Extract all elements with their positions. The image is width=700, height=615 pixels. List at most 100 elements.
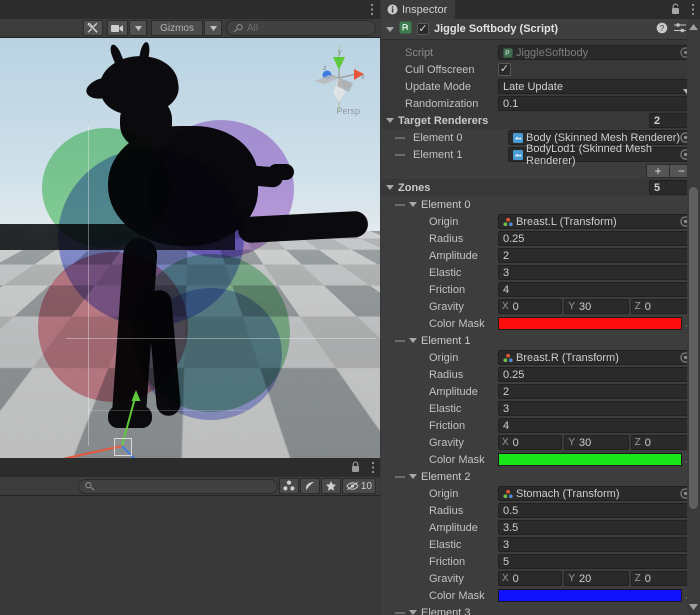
kebab-menu-icon[interactable] <box>371 461 375 477</box>
target-renderers-foldout[interactable]: Target Renderers 2 <box>381 112 700 129</box>
reorder-handle[interactable] <box>395 203 405 206</box>
origin-object-field[interactable]: Breast.R (Transform) <box>498 350 695 365</box>
origin-object-field[interactable]: Stomach (Transform) <box>498 486 695 501</box>
row-script: Script JiggleSoftbody <box>381 44 700 61</box>
gravity-z-input[interactable]: Z0 <box>630 435 695 450</box>
amplitude-input[interactable]: 2 <box>498 248 695 263</box>
kebab-menu-icon[interactable] <box>691 3 695 19</box>
zone-element-foldout[interactable]: Element 2 <box>381 468 700 485</box>
row-zone-color-mask: Color Mask <box>381 451 700 468</box>
scene-orientation-gizmo[interactable]: y x z <box>308 44 370 114</box>
gravity-x-value: 0 <box>512 436 519 449</box>
inspector-scrollbar-thumb[interactable] <box>689 187 698 509</box>
camera-dropdown-caret-icon[interactable] <box>129 20 148 36</box>
avatar-icon[interactable] <box>278 478 299 494</box>
row-zone-friction: Friction 4 <box>381 281 700 298</box>
origin-object-field[interactable]: Breast.L (Transform) <box>498 214 695 229</box>
elastic-input[interactable]: 3 <box>498 401 695 416</box>
gizmos-toggle-button[interactable]: Gizmos <box>151 20 203 36</box>
renderer-object-field[interactable]: BodyLod1 (Skinned Mesh Renderer) <box>508 143 695 167</box>
hierarchy-search-input[interactable] <box>77 478 278 494</box>
scene-viewport[interactable]: LOD 0 y x z Persp <box>0 38 380 458</box>
component-header-jiggle-softbody[interactable]: ✓ Jiggle Softbody (Script) ? <box>381 19 700 40</box>
radius-input[interactable]: 0.25 <box>498 367 695 382</box>
component-enabled-checkbox[interactable]: ✓ <box>417 23 429 35</box>
gravity-y-input[interactable]: Y 30 <box>564 299 629 314</box>
scene-visibility-search-input[interactable]: All <box>226 20 376 36</box>
gravity-x-input[interactable]: X0 <box>498 571 563 586</box>
gravity-y-input[interactable]: Y 20 <box>564 571 629 586</box>
zone-element-foldout[interactable]: Element 3 <box>381 604 700 615</box>
radius-input[interactable]: 0.5 <box>498 503 695 518</box>
hidden-objects-counter[interactable]: 10 <box>341 478 376 494</box>
script-object-field[interactable]: JiggleSoftbody <box>498 45 695 60</box>
update-mode-label: Update Mode <box>405 80 472 93</box>
lock-icon[interactable] <box>351 461 360 476</box>
zone-element-foldout[interactable]: Element 0 <box>381 196 700 213</box>
cull-offscreen-checkbox[interactable]: ✓ <box>498 63 511 76</box>
inspector-scrollbar[interactable] <box>687 19 700 615</box>
svg-text:y: y <box>338 49 342 56</box>
color-mask-swatch[interactable] <box>498 589 682 602</box>
kebab-menu-icon[interactable] <box>370 3 374 19</box>
reorder-handle[interactable] <box>395 475 405 478</box>
gravity-x-input[interactable]: X0 <box>498 299 563 314</box>
info-icon <box>387 4 398 15</box>
row-zone-gravity: Gravity X 0 Y 30 Z 0 <box>381 434 700 451</box>
gravity-y-value: 30 <box>579 300 592 313</box>
radius-value: 0.25 <box>503 368 525 381</box>
foldout-arrow-icon <box>386 118 394 123</box>
creature-horn-left <box>108 43 125 67</box>
scroll-up-arrow-icon[interactable] <box>689 21 698 33</box>
radius-input[interactable]: 0.25 <box>498 231 695 246</box>
camera-icon[interactable] <box>107 20 129 36</box>
amplitude-input[interactable]: 2 <box>498 384 695 399</box>
randomization-input[interactable]: 0.1 <box>498 96 695 111</box>
friction-input[interactable]: 5 <box>498 554 695 569</box>
component-foldout-arrow-icon[interactable] <box>386 26 394 32</box>
leaf-icon[interactable] <box>299 478 320 494</box>
color-mask-swatch[interactable] <box>498 317 682 330</box>
scroll-down-arrow-icon[interactable] <box>689 601 698 613</box>
gravity-z-input[interactable]: Z0 <box>630 299 695 314</box>
eye-slash-icon <box>346 481 359 491</box>
tab-inspector[interactable]: Inspector <box>381 0 456 19</box>
gravity-x-input[interactable]: X0 <box>498 435 563 450</box>
color-mask-swatch[interactable] <box>498 453 682 466</box>
reorder-handle[interactable] <box>395 136 405 139</box>
cs-script-icon <box>503 47 513 58</box>
wrench-icon[interactable] <box>83 20 104 36</box>
zone-element-label: Element 1 <box>421 334 471 347</box>
skinned-mesh-renderer-icon <box>513 149 523 160</box>
gravity-y-input[interactable]: Y 30 <box>564 435 629 450</box>
reorder-handle[interactable] <box>395 153 405 156</box>
lock-icon[interactable] <box>671 3 680 18</box>
zone-element-foldout[interactable]: Element 1 <box>381 332 700 349</box>
gizmos-dropdown-caret-icon[interactable] <box>204 20 222 36</box>
star-icon[interactable] <box>320 478 341 494</box>
gravity-z-input[interactable]: Z0 <box>630 571 695 586</box>
gravity-vector3-field: X 0 Y 20 Z 0 <box>498 571 695 586</box>
projection-mode-label[interactable]: Persp <box>336 106 360 116</box>
amplitude-input[interactable]: 3.5 <box>498 520 695 535</box>
friction-value: 4 <box>503 419 510 432</box>
elastic-input[interactable]: 3 <box>498 265 695 280</box>
reorder-handle[interactable] <box>395 339 405 342</box>
cull-offscreen-label: Cull Offscreen <box>405 63 475 76</box>
help-icon[interactable]: ? <box>656 22 668 37</box>
friction-input[interactable]: 4 <box>498 418 695 433</box>
selection-handle-box[interactable] <box>114 438 132 456</box>
elastic-input[interactable]: 3 <box>498 537 695 552</box>
zones-count: 5 <box>654 181 661 194</box>
update-mode-dropdown[interactable]: Late Update <box>498 79 695 94</box>
friction-input[interactable]: 4 <box>498 282 695 297</box>
row-zone-radius: Radius 0.25 <box>381 230 700 247</box>
move-tool-gizmo[interactable] <box>10 358 210 458</box>
reorder-handle[interactable] <box>395 611 405 614</box>
gravity-label: Gravity <box>429 572 464 585</box>
zone-element-label: Element 0 <box>421 198 471 211</box>
svg-text:z: z <box>323 65 327 72</box>
zones-foldout[interactable]: Zones 5 <box>381 179 700 196</box>
element-label: Element 1 <box>413 148 463 161</box>
preset-icon[interactable] <box>674 22 686 37</box>
